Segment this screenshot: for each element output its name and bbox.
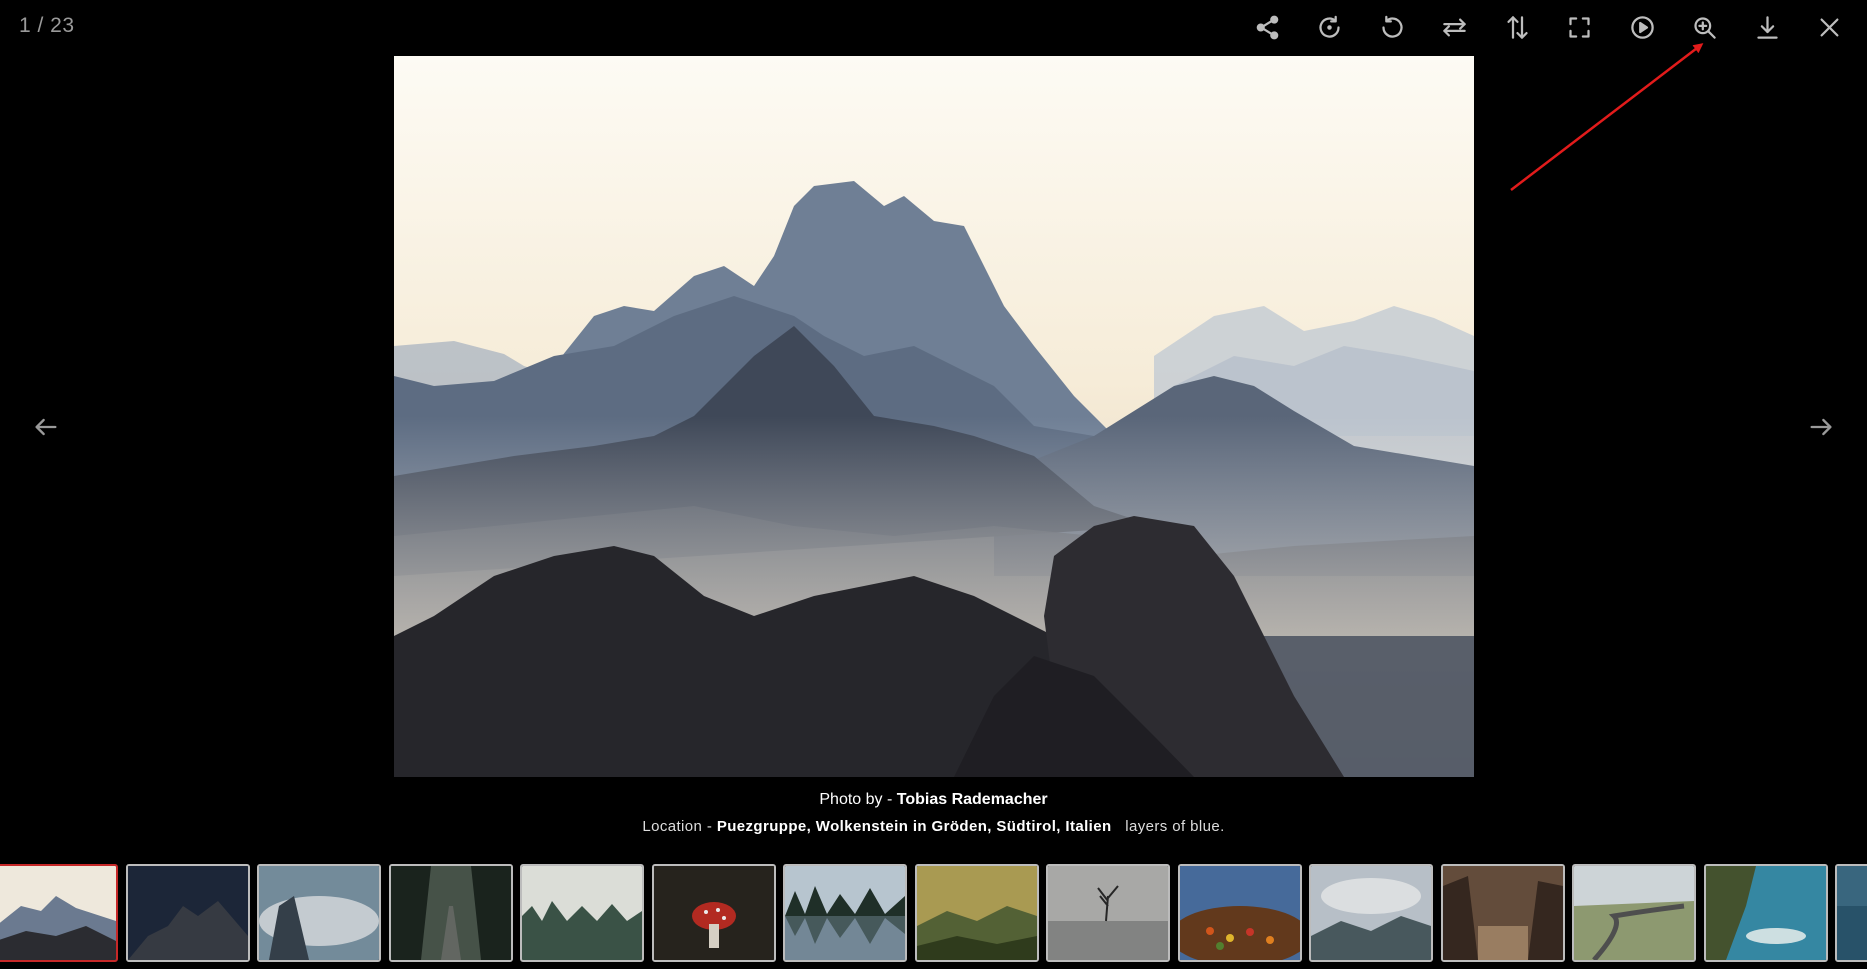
play-icon [1631, 15, 1654, 39]
thumbnail-image [1705, 866, 1826, 960]
fullscreen-button[interactable] [1549, 8, 1612, 46]
thumbnail-image [916, 866, 1037, 960]
thumbnail-golden-valley[interactable] [914, 864, 1039, 962]
thumbnail-image [1837, 866, 1867, 960]
thumbnail-image [127, 866, 248, 960]
thumbnail-night-peaks[interactable] [125, 864, 250, 962]
viewer-toolbar [1236, 8, 1861, 46]
thumbnail-winding-road[interactable] [1572, 864, 1696, 962]
share-button[interactable] [1236, 8, 1299, 46]
thumbnail-image [1574, 866, 1694, 960]
flip-horizontal-button[interactable] [1424, 8, 1487, 46]
thumbnail-sea-cliffs-sunset[interactable] [1440, 864, 1565, 962]
download-icon [1757, 15, 1778, 39]
thumbnail-coastal-cliffs[interactable] [1703, 864, 1828, 962]
zoom-in-icon [1694, 16, 1716, 39]
thumbnail-image [785, 866, 905, 960]
rotate-right-button[interactable] [1299, 8, 1362, 46]
thumbnail-flower-field[interactable] [1177, 864, 1302, 962]
mountain-photo [394, 56, 1474, 777]
thumbnail-cloudy-valley[interactable] [1309, 864, 1433, 962]
fullscreen-icon [1569, 16, 1590, 38]
thumbnail-image [653, 866, 774, 960]
location-label: Location - [642, 818, 717, 835]
thumbnail-image [1179, 866, 1300, 960]
flip-vertical-button[interactable] [1486, 8, 1549, 46]
photo-by-label: Photo by - [819, 791, 897, 808]
close-icon [1820, 18, 1839, 36]
thumbnail-image [259, 866, 379, 960]
thumbnail-image [1442, 866, 1563, 960]
photo-credit: Photo by - Tobias Rademacher [0, 789, 1867, 811]
arrow-left-icon [35, 418, 57, 436]
photo-location: Location - Puezgruppe, Wolkenstein in Gr… [0, 816, 1867, 838]
main-image[interactable] [394, 56, 1474, 777]
thumbnail-foggy-pines[interactable] [520, 864, 644, 962]
next-image-button[interactable] [1801, 410, 1841, 444]
location-name: Puezgruppe, Wolkenstein in Gröden, Südti… [716, 818, 1112, 835]
thumbnail-image [1311, 866, 1431, 960]
close-button[interactable] [1799, 8, 1862, 46]
thumbnail-cloudy-cliffs[interactable] [257, 864, 381, 962]
download-button[interactable] [1736, 8, 1799, 46]
thumbnail-forest-road[interactable] [388, 864, 513, 962]
photo-description: layers of blue. [1125, 818, 1225, 835]
flip-horizontal-icon [1443, 18, 1466, 36]
arrow-right-icon [1810, 418, 1832, 436]
thumbnail-lone-tree-lake[interactable] [1046, 864, 1170, 962]
image-caption: Photo by - Tobias Rademacher Location - … [0, 789, 1867, 838]
thumbnail-image [522, 866, 642, 960]
thumbnail-strip [0, 864, 1867, 962]
thumbnail-lake-reflection[interactable] [783, 864, 907, 962]
thumbnail-image [0, 866, 116, 960]
rotate-left-button[interactable] [1361, 8, 1424, 46]
zoom-in-button[interactable] [1674, 8, 1737, 46]
thumbnail-ocean[interactable] [1835, 864, 1867, 962]
thumbnail-misty-mountains[interactable] [0, 864, 118, 962]
photographer-name: Tobias Rademacher [896, 791, 1048, 808]
previous-image-button[interactable] [26, 410, 66, 444]
slideshow-button[interactable] [1611, 8, 1674, 46]
thumbnail-image [390, 866, 511, 960]
image-viewer: 1 / 23 Photo by - Tobias Rademacher Loca… [0, 0, 1867, 969]
image-counter: 1 / 23 [19, 14, 75, 37]
flip-vertical-icon [1507, 15, 1528, 39]
share-icon [1256, 15, 1279, 39]
rotate-right-icon [1319, 15, 1340, 38]
rotate-left-icon [1382, 15, 1403, 38]
thumbnail-image [1048, 866, 1168, 960]
thumbnail-red-mushroom[interactable] [651, 864, 776, 962]
